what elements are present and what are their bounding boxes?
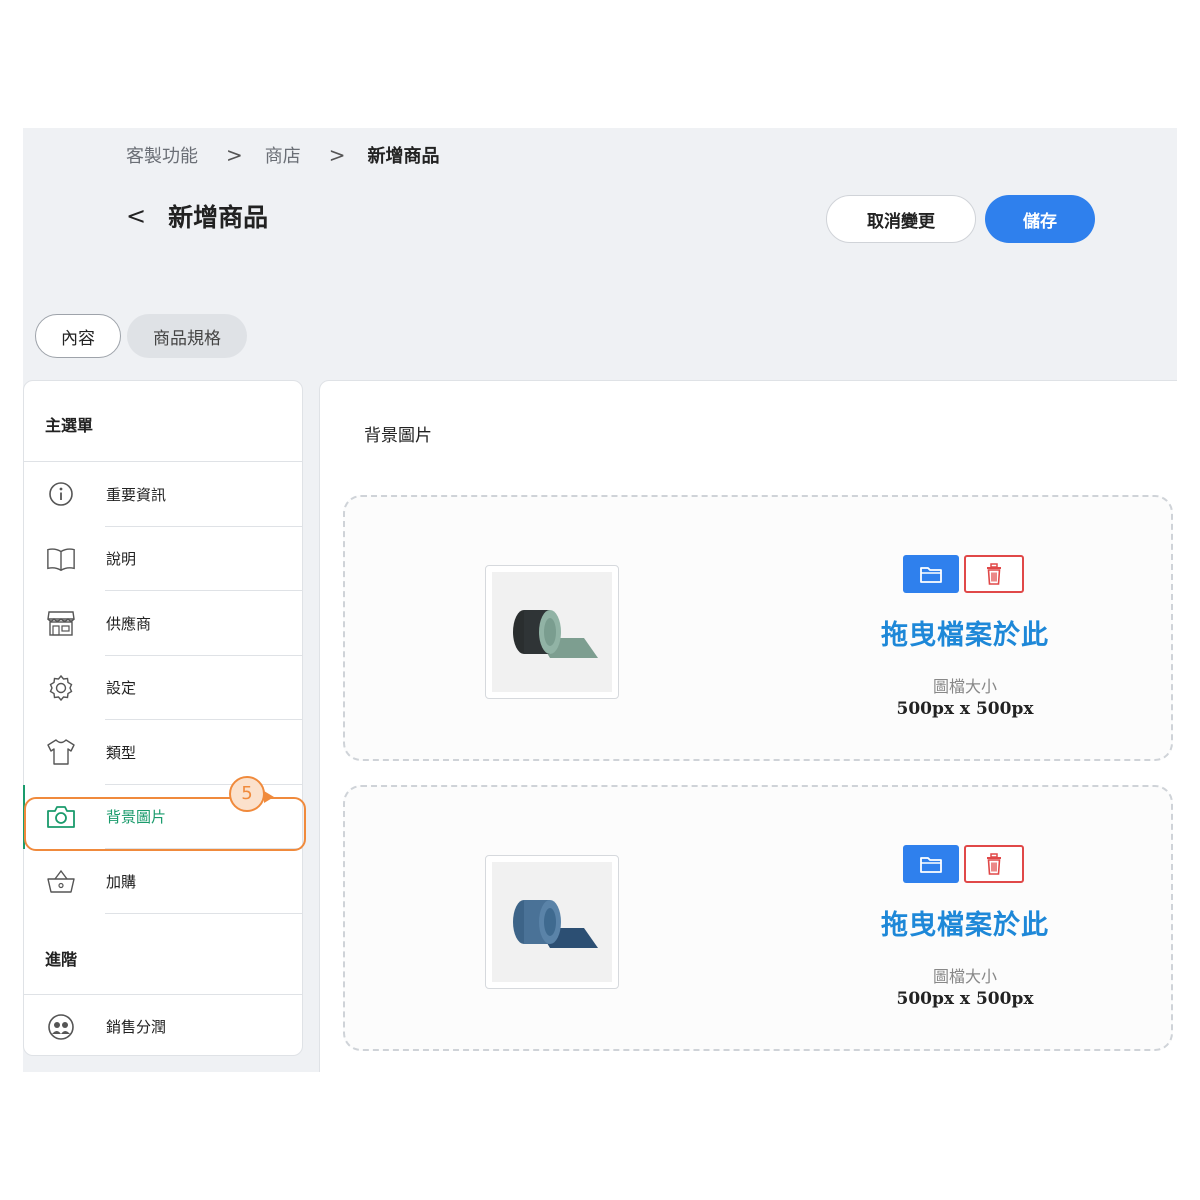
- sidebar-item-supplier[interactable]: 供應商: [24, 591, 302, 656]
- blue-yoga-mat-image: [492, 862, 612, 982]
- sidebar-item-background-image[interactable]: 背景圖片 5: [23, 775, 306, 851]
- sidebar-item-description[interactable]: 說明: [24, 527, 302, 591]
- green-black-yoga-mat-image: [492, 572, 612, 692]
- background-image-panel: 背景圖片 拖曳檔案於此 圖檔大小 500px x 500px 拖曳檔案於此 圖檔…: [319, 380, 1177, 1072]
- page-title: 新增商品: [168, 203, 269, 232]
- profit-share-icon: [46, 1012, 76, 1042]
- basket-icon: [46, 866, 76, 896]
- folder-icon: [920, 857, 942, 873]
- sidebar: 主選單 重要資訊 說明 供應商 設定 類型 背景圖片 5 加購 進階 銷售分潤: [23, 380, 306, 1056]
- gear-icon: [46, 673, 76, 703]
- browse-folder-button[interactable]: [903, 845, 959, 883]
- image-thumbnail: [485, 565, 619, 699]
- sidebar-item-label: 銷售分潤: [106, 1018, 167, 1037]
- shirt-icon: [46, 737, 76, 767]
- cancel-changes-button[interactable]: 取消變更: [826, 195, 976, 243]
- breadcrumb-separator: >: [328, 143, 346, 167]
- image-dropzone[interactable]: 拖曳檔案於此 圖檔大小 500px x 500px: [343, 785, 1173, 1051]
- breadcrumb: 客製功能 > 商店 > 新增商品: [126, 142, 440, 168]
- sidebar-item-important-info[interactable]: 重要資訊: [24, 462, 302, 527]
- back-button[interactable]: <: [126, 204, 146, 228]
- browse-folder-button[interactable]: [903, 555, 959, 593]
- upload-actions: [903, 845, 1024, 883]
- sidebar-item-label: 說明: [106, 550, 137, 569]
- title-row: < 新增商品: [126, 198, 268, 234]
- image-size-label: 圖檔大小: [932, 677, 997, 696]
- info-icon: [46, 479, 76, 509]
- camera-icon: [46, 802, 76, 832]
- breadcrumb-separator: >: [226, 143, 243, 167]
- sidebar-item-label: 設定: [106, 679, 137, 698]
- breadcrumb-item-store[interactable]: 商店: [265, 142, 301, 168]
- save-button[interactable]: 儲存: [985, 195, 1095, 243]
- trash-icon: [987, 853, 1001, 875]
- step-pointer: [264, 790, 274, 803]
- image-size-value: 500px x 500px: [896, 699, 1034, 719]
- store-icon: [46, 608, 76, 638]
- sidebar-item-label: 背景圖片: [106, 808, 167, 827]
- sidebar-item-add-on[interactable]: 加購: [24, 849, 302, 914]
- tab-bar: 內容 商品規格: [35, 314, 253, 358]
- upload-actions: [903, 555, 1024, 593]
- image-thumbnail: [485, 855, 619, 989]
- image-dropzone[interactable]: 拖曳檔案於此 圖檔大小 500px x 500px: [343, 495, 1173, 761]
- drop-files-text: 拖曳檔案於此: [881, 910, 1049, 941]
- sidebar-item-label: 重要資訊: [106, 485, 167, 504]
- advanced-heading: 進階: [24, 914, 302, 995]
- panel-title: 背景圖片: [364, 426, 432, 446]
- app-frame: 客製功能 > 商店 > 新增商品 < 新增商品 取消變更 儲存 內容 商品規格 …: [23, 128, 1177, 1072]
- trash-icon: [987, 563, 1001, 585]
- sidebar-item-label: 供應商: [106, 614, 152, 633]
- main-menu-heading: 主選單: [24, 381, 302, 462]
- breadcrumb-item-current: 新增商品: [367, 146, 440, 167]
- image-size-label: 圖檔大小: [932, 967, 997, 986]
- sidebar-item-settings[interactable]: 設定: [24, 656, 302, 720]
- delete-image-button[interactable]: [964, 845, 1024, 883]
- breadcrumb-item-custom-features[interactable]: 客製功能: [126, 142, 198, 168]
- book-icon: [46, 544, 76, 574]
- sidebar-item-sales-profit-share[interactable]: 銷售分潤: [24, 995, 302, 1060]
- drop-files-text: 拖曳檔案於此: [881, 620, 1049, 651]
- tab-content[interactable]: 內容: [35, 314, 121, 358]
- image-size-value: 500px x 500px: [896, 989, 1034, 1009]
- folder-icon: [920, 567, 942, 583]
- tab-product-specs[interactable]: 商品規格: [127, 314, 247, 358]
- sidebar-item-label: 類型: [106, 743, 137, 762]
- divider: [105, 912, 302, 914]
- sidebar-item-label: 加購: [106, 872, 137, 891]
- delete-image-button[interactable]: [964, 555, 1024, 593]
- sidebar-item-type[interactable]: 類型: [24, 720, 302, 785]
